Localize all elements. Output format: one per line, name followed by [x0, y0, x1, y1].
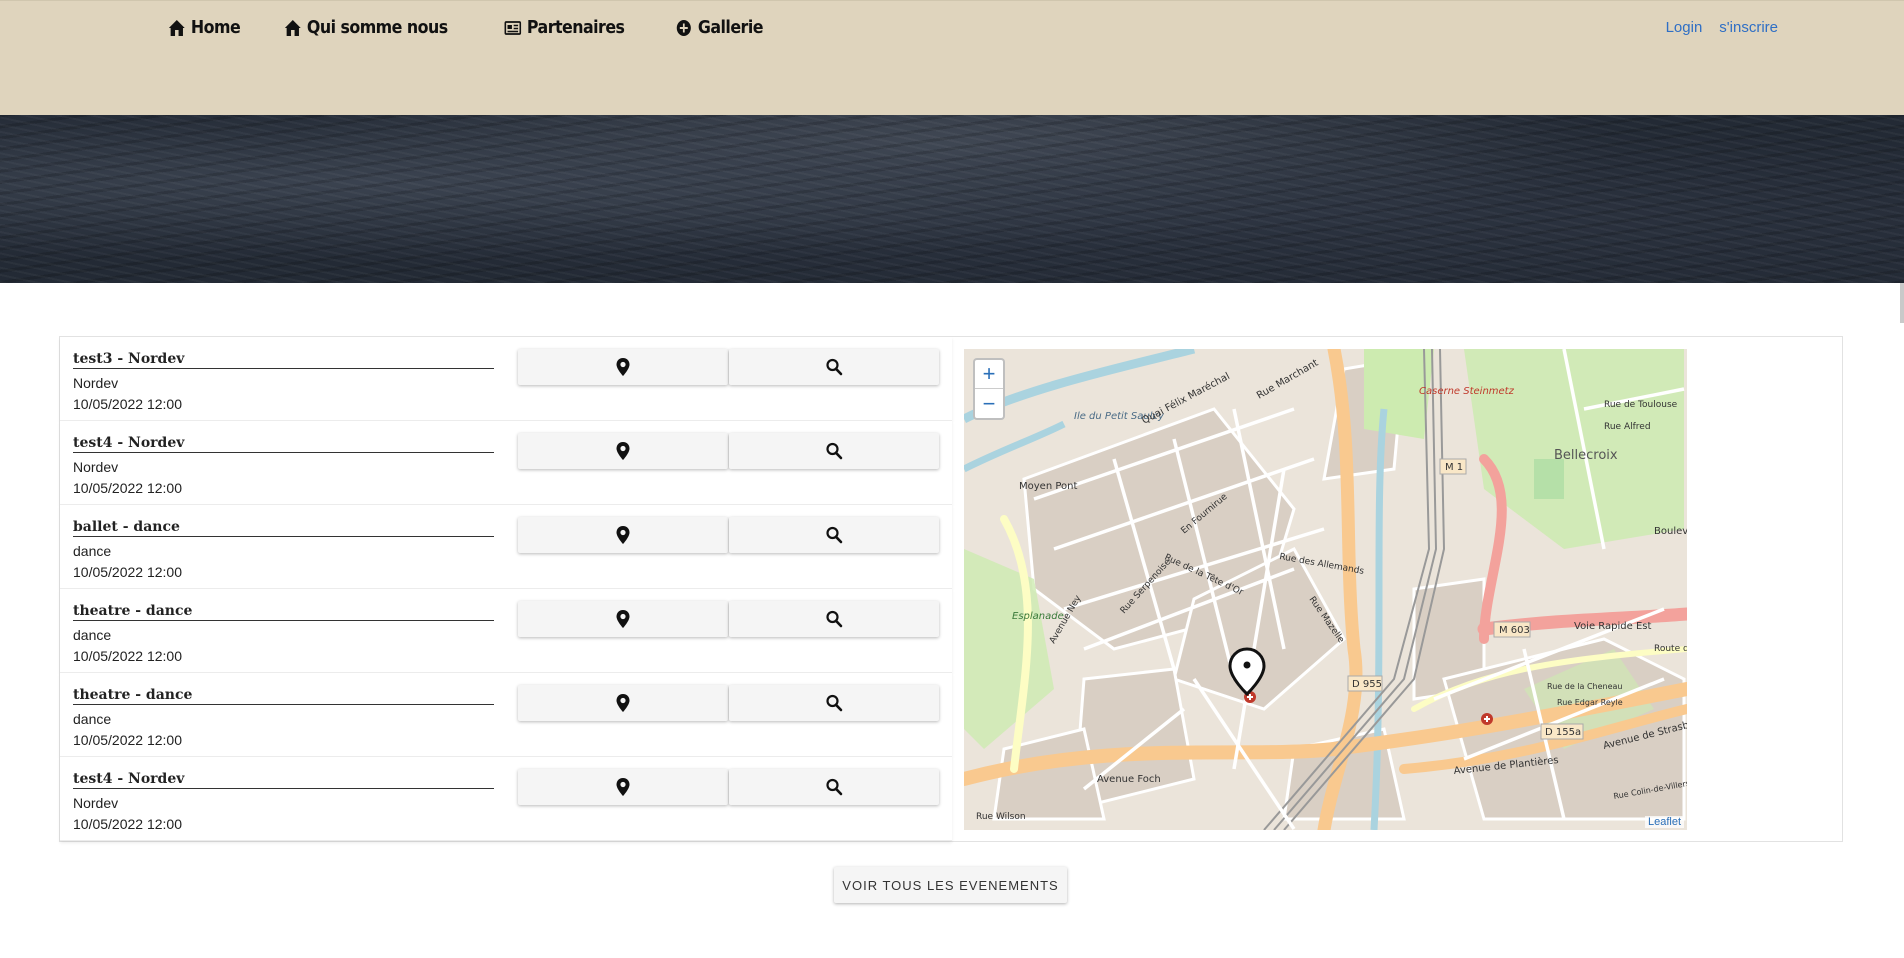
map-label-l21: Avenue Foch — [1097, 774, 1161, 785]
event-title: test3 - Nordev — [73, 351, 494, 369]
event-card: test3 - Nordev Nordev 10/05/2022 12:00 — [60, 337, 952, 421]
search-icon — [826, 610, 843, 628]
map-label-l19: D 955 — [1352, 679, 1382, 690]
map-label-l18: Voie Rapide Est — [1574, 621, 1651, 632]
map-label-l20: D 155a — [1545, 727, 1581, 738]
zoom-out-button[interactable]: − — [975, 389, 1003, 418]
map-label-l6: Bellecroix — [1554, 448, 1618, 463]
event-category: Nordev — [73, 375, 119, 391]
view-event-button[interactable] — [729, 685, 939, 721]
view-event-button[interactable] — [729, 601, 939, 637]
hero-banner — [0, 115, 1904, 283]
nav-partners-label: Partenaires — [526, 17, 625, 38]
top-navbar: Home Qui somme nous Partenaires Gallerie… — [0, 0, 1904, 115]
hospital-icon — [1481, 713, 1493, 725]
map-label-l26: Rue Edgar Reyle — [1557, 698, 1623, 707]
view-all-events-button[interactable]: VOIR TOUS LES EVENEMENTS — [834, 867, 1067, 903]
login-link[interactable]: Login — [1666, 19, 1703, 36]
locate-on-map-button[interactable] — [518, 769, 728, 805]
search-icon — [826, 778, 843, 796]
event-card: test4 - Nordev Nordev 10/05/2022 12:00 — [60, 757, 952, 841]
map-marker-icon — [616, 442, 630, 460]
event-category: dance — [73, 627, 112, 643]
event-map[interactable]: M 1 M 603 D 955 D 155a Ile du Petit Saul… — [964, 349, 1687, 830]
nav-gallery[interactable]: Gallerie — [675, 17, 763, 38]
event-category: Nordev — [73, 795, 119, 811]
nav-home[interactable]: Home — [168, 17, 241, 38]
map-label-l9: Esplanade — [1012, 611, 1064, 622]
event-category: Nordev — [73, 459, 119, 475]
map-label-l17: M 603 — [1499, 625, 1530, 636]
search-icon — [826, 694, 843, 712]
home-icon — [168, 19, 185, 36]
nav-home-label: Home — [190, 17, 241, 38]
main-nav: Home Qui somme nous Partenaires Gallerie — [168, 17, 775, 38]
event-date: 10/05/2022 12:00 — [73, 564, 182, 580]
locate-on-map-button[interactable] — [518, 517, 728, 553]
view-event-button[interactable] — [729, 433, 939, 469]
map-marker-icon — [616, 694, 630, 712]
search-icon — [826, 526, 843, 544]
nav-about[interactable]: Qui somme nous — [284, 17, 448, 38]
map-zoom-control: + − — [973, 358, 1005, 420]
plus-circle-icon — [676, 19, 691, 36]
newspaper-icon — [504, 20, 522, 35]
view-event-button[interactable] — [729, 349, 939, 385]
auth-links: Login s'inscrire — [1666, 19, 1778, 36]
signup-link[interactable]: s'inscrire — [1719, 19, 1778, 36]
event-list: test3 - Nordev Nordev 10/05/2022 12:00 t… — [60, 337, 952, 841]
map-marker-icon — [616, 358, 630, 376]
map-label-l16: M 1 — [1445, 462, 1463, 473]
event-card: test4 - Nordev Nordev 10/05/2022 12:00 — [60, 421, 952, 505]
scrollbar-thumb[interactable] — [1900, 283, 1904, 323]
zoom-in-button[interactable]: + — [975, 360, 1003, 389]
event-date: 10/05/2022 12:00 — [73, 480, 182, 496]
event-date: 10/05/2022 12:00 — [73, 396, 182, 412]
view-event-button[interactable] — [729, 769, 939, 805]
map-label-l24: Rue Wilson — [976, 812, 1026, 822]
event-title: ballet - dance — [73, 519, 494, 537]
map-attribution-link[interactable]: Leaflet — [1644, 816, 1684, 828]
event-category: dance — [73, 543, 112, 559]
event-title: test4 - Nordev — [73, 771, 494, 789]
home-icon — [284, 19, 301, 36]
map-label-l25: Rue de la Cheneau — [1547, 682, 1623, 691]
locate-on-map-button[interactable] — [518, 349, 728, 385]
event-category: dance — [73, 711, 112, 727]
event-card: theatre - dance dance 10/05/2022 12:00 — [60, 589, 952, 673]
event-date: 10/05/2022 12:00 — [73, 648, 182, 664]
locate-on-map-button[interactable] — [518, 433, 728, 469]
nav-partners[interactable]: Partenaires — [504, 17, 625, 38]
map-marker-icon — [616, 526, 630, 544]
map-label-l28: Boulev — [1654, 526, 1687, 537]
map-marker-icon — [616, 610, 630, 628]
map-label-l27: Route de — [1654, 644, 1687, 654]
event-date: 10/05/2022 12:00 — [73, 816, 182, 832]
view-event-button[interactable] — [729, 517, 939, 553]
map-label-l5: Caserne Steinmetz — [1419, 386, 1515, 397]
locate-on-map-button[interactable] — [518, 685, 728, 721]
event-title: theatre - dance — [73, 603, 494, 621]
events-panel: test3 - Nordev Nordev 10/05/2022 12:00 t… — [59, 336, 1843, 842]
locate-on-map-button[interactable] — [518, 601, 728, 637]
map-label-l8: Rue de Toulouse — [1604, 400, 1678, 410]
map-label-l3: Moyen Pont — [1019, 481, 1077, 492]
map-marker-icon — [616, 778, 630, 796]
map-tiles[interactable]: M 1 M 603 D 955 D 155a Ile du Petit Saul… — [964, 349, 1687, 830]
event-card: theatre - dance dance 10/05/2022 12:00 — [60, 673, 952, 757]
event-date: 10/05/2022 12:00 — [73, 732, 182, 748]
event-title: theatre - dance — [73, 687, 494, 705]
event-card: ballet - dance dance 10/05/2022 12:00 — [60, 505, 952, 589]
search-icon — [826, 358, 843, 376]
search-icon — [826, 442, 843, 460]
event-title: test4 - Nordev — [73, 435, 494, 453]
nav-about-label: Qui somme nous — [306, 17, 448, 38]
map-label-l7: Rue Alfred — [1604, 422, 1651, 432]
nav-gallery-label: Gallerie — [697, 17, 764, 38]
